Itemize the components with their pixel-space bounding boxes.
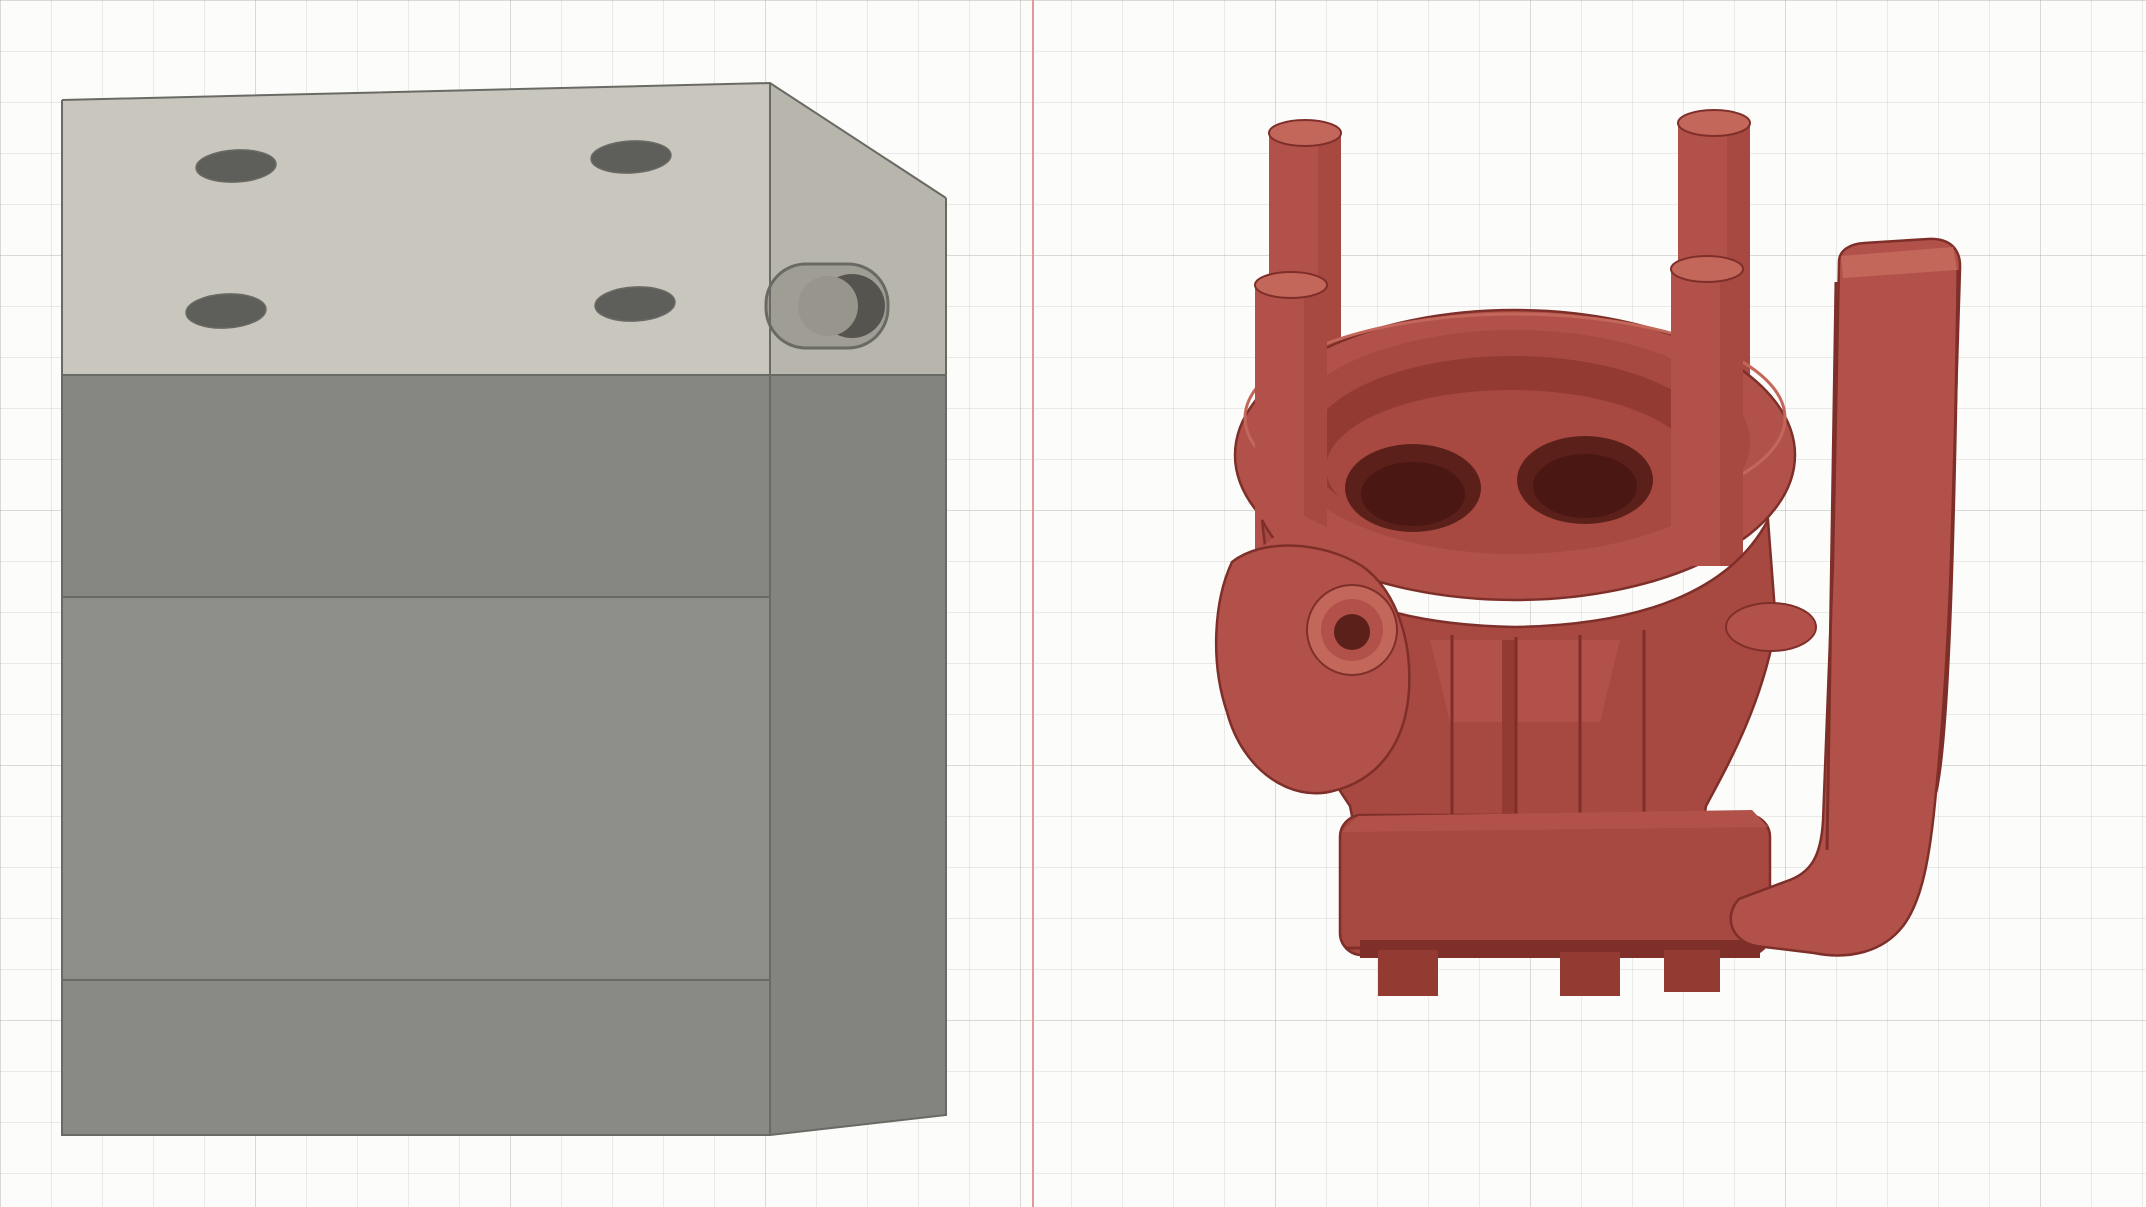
red-post-back-left-cap	[1269, 120, 1341, 146]
red-foot-left[interactable]	[1378, 950, 1438, 996]
cad-viewport-canvas[interactable]	[0, 0, 2146, 1207]
red-body-fin	[1502, 640, 1516, 840]
block-right-face[interactable]	[770, 375, 946, 1135]
red-foot-middle[interactable]	[1560, 952, 1620, 996]
red-post-back-right-cap	[1678, 110, 1750, 136]
block-front-face-middle[interactable]	[62, 597, 770, 980]
block-slot-bore-floor	[798, 276, 858, 336]
red-connector-nub	[1726, 603, 1816, 651]
cad-scene	[0, 0, 2146, 1207]
gray-block-part[interactable]	[62, 83, 946, 1135]
red-body-facet	[1430, 640, 1620, 722]
red-post-front-left-cap	[1255, 272, 1327, 298]
red-bore-left-inner	[1361, 462, 1465, 526]
block-front-face-upper[interactable]	[62, 375, 770, 597]
red-post-front-right-cap	[1671, 256, 1743, 282]
block-front-face-lower[interactable]	[62, 980, 770, 1135]
red-boss-tube-hole	[1334, 614, 1370, 650]
red-bore-right-inner	[1533, 454, 1637, 518]
red-carburetor-part[interactable]	[1216, 110, 1960, 996]
red-base-plate[interactable]	[1340, 815, 1770, 955]
red-foot-right[interactable]	[1664, 950, 1720, 992]
red-post-front-right-shade	[1720, 266, 1743, 566]
block-top-face[interactable]	[62, 83, 770, 375]
red-left-boss[interactable]	[1216, 546, 1409, 794]
